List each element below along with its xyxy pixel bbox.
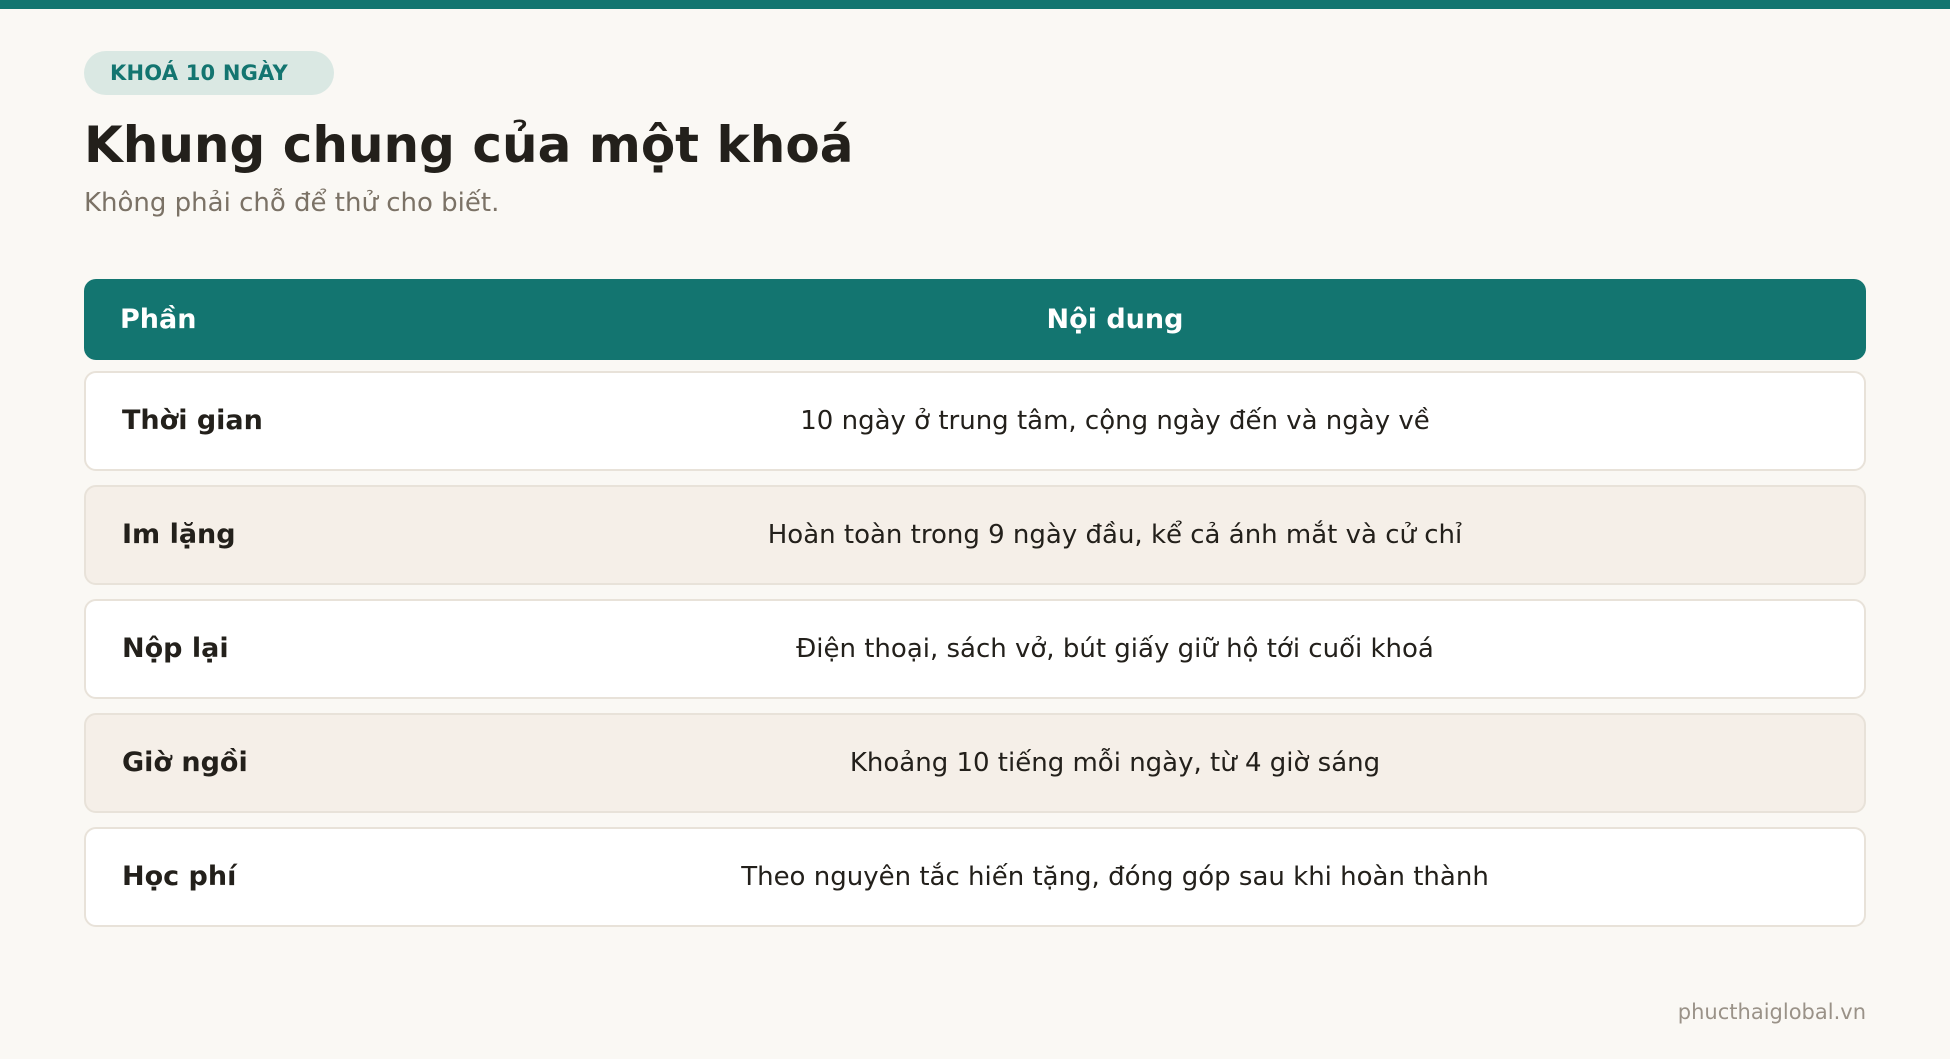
table-row: Im lặng Hoàn toàn trong 9 ngày đầu, kể c…	[84, 485, 1866, 585]
row-part-label: Học phí	[122, 861, 237, 892]
page-subtitle: Không phải chỗ để thử cho biết.	[84, 188, 500, 218]
page-title: Khung chung của một khoá	[84, 116, 854, 174]
row-content: Khoảng 10 tiếng mỗi ngày, từ 4 giờ sáng	[849, 748, 1381, 778]
table-row: Thời gian 10 ngày ở trung tâm, cộng ngày…	[84, 371, 1866, 471]
course-badge: KHOÁ 10 NGÀY	[84, 51, 334, 95]
table-row: Giờ ngồi Khoảng 10 tiếng mỗi ngày, từ 4 …	[84, 713, 1866, 813]
footer-website: phucthaiglobal.vn	[1677, 1000, 1866, 1024]
table-header: Phần Nội dung	[84, 279, 1866, 360]
column-header-part: Phần	[120, 304, 197, 335]
row-content: Điện thoại, sách vở, bút giấy giữ hộ tới…	[796, 634, 1434, 664]
table-row: Nộp lại Điện thoại, sách vở, bút giấy gi…	[84, 599, 1866, 699]
row-part-label: Nộp lại	[122, 633, 229, 664]
course-framework-table: Phần Nội dung Thời gian 10 ngày ở trung …	[84, 279, 1866, 941]
column-header-content: Nội dung	[1046, 304, 1184, 335]
top-accent-bar	[0, 0, 1950, 9]
row-part-label: Thời gian	[122, 405, 263, 436]
row-content: 10 ngày ở trung tâm, cộng ngày đến và ng…	[800, 406, 1430, 436]
row-part-label: Im lặng	[122, 519, 236, 550]
row-content: Hoàn toàn trong 9 ngày đầu, kể cả ánh mắ…	[767, 520, 1463, 550]
table-row: Học phí Theo nguyên tắc hiến tặng, đóng …	[84, 827, 1866, 927]
table-body: Thời gian 10 ngày ở trung tâm, cộng ngày…	[84, 371, 1866, 927]
row-content: Theo nguyên tắc hiến tặng, đóng góp sau …	[741, 862, 1489, 892]
row-part-label: Giờ ngồi	[122, 747, 248, 778]
